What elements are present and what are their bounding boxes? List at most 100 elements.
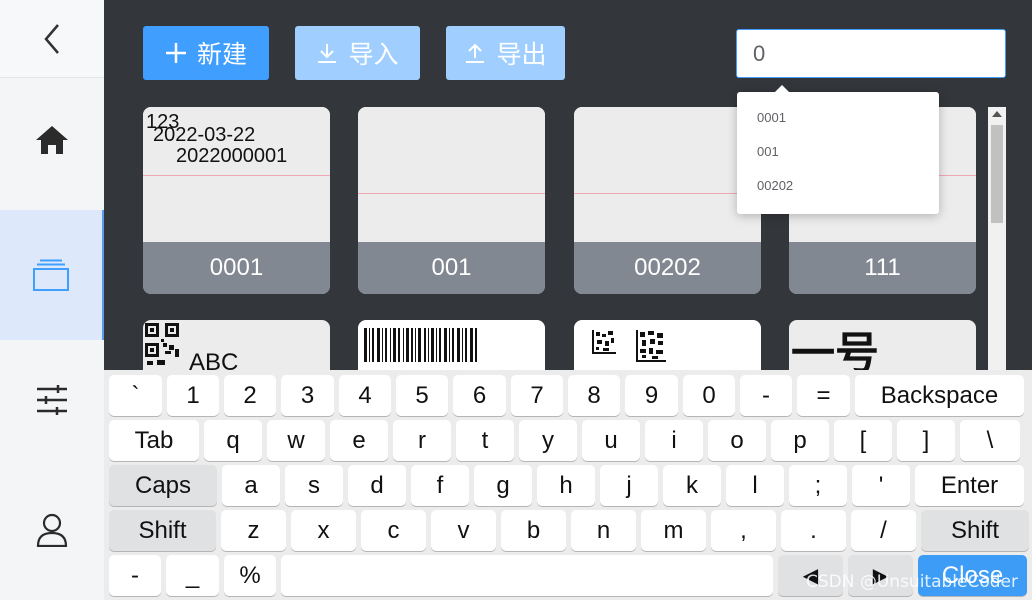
- sidebar-item-templates[interactable]: [0, 210, 104, 340]
- key-backtick[interactable]: `: [109, 375, 162, 416]
- card-title: 001: [358, 242, 545, 294]
- key-i[interactable]: i: [645, 420, 703, 461]
- key-6[interactable]: 6: [453, 375, 506, 416]
- preview-guideline: [574, 193, 761, 194]
- suggestion-item[interactable]: 00202: [737, 174, 939, 208]
- key-l[interactable]: l: [726, 465, 784, 506]
- scroll-up-arrow-icon[interactable]: [992, 111, 1002, 117]
- key-m[interactable]: m: [641, 510, 706, 551]
- sidebar: [0, 0, 104, 600]
- watermark: CSDN @UnsuitableCoder: [805, 572, 1018, 592]
- key-underscore[interactable]: _: [166, 555, 219, 596]
- sidebar-item-user[interactable]: [0, 470, 104, 590]
- upload-icon: [466, 43, 485, 63]
- search-box: [736, 29, 1032, 78]
- key-w[interactable]: w: [267, 420, 325, 461]
- key-3[interactable]: 3: [281, 375, 334, 416]
- key-5[interactable]: 5: [396, 375, 448, 416]
- new-button-label: 新建: [196, 40, 247, 69]
- key-s[interactable]: s: [285, 465, 343, 506]
- import-button[interactable]: 导入: [295, 26, 420, 80]
- key-percent[interactable]: %: [224, 555, 276, 596]
- key-o[interactable]: o: [708, 420, 766, 461]
- key-k[interactable]: k: [663, 465, 721, 506]
- key-1[interactable]: 1: [167, 375, 219, 416]
- key-y[interactable]: y: [519, 420, 577, 461]
- key-4[interactable]: 4: [339, 375, 391, 416]
- sidebar-item-settings[interactable]: [0, 340, 104, 460]
- search-input[interactable]: [737, 30, 1032, 77]
- key-z[interactable]: z: [221, 510, 286, 551]
- key-j[interactable]: j: [600, 465, 658, 506]
- cards-stack-icon: [33, 259, 69, 291]
- keyboard-row: ` 1 2 3 4 5 6 7 8 9 0 - = Backspace: [109, 375, 1032, 416]
- key-shift-left[interactable]: Shift: [109, 510, 216, 551]
- key-q[interactable]: q: [204, 420, 262, 461]
- key-n[interactable]: n: [571, 510, 636, 551]
- sidebar-item-home[interactable]: [0, 80, 104, 200]
- suggestion-item[interactable]: 001: [737, 140, 939, 174]
- key-tab[interactable]: Tab: [109, 420, 199, 461]
- qrcode-icon: [145, 323, 179, 365]
- key-equals[interactable]: =: [797, 375, 850, 416]
- preview-guideline: [143, 175, 330, 176]
- key-quote[interactable]: ': [852, 465, 910, 506]
- card-title: 0001: [143, 242, 330, 294]
- suggestion-item[interactable]: 0001: [737, 106, 939, 140]
- key-f[interactable]: f: [411, 465, 469, 506]
- key-g[interactable]: g: [474, 465, 532, 506]
- download-icon: [318, 44, 337, 63]
- key-bracket-left[interactable]: [: [834, 420, 892, 461]
- key-h[interactable]: h: [537, 465, 595, 506]
- template-card[interactable]: 123 2022-03-22 2022000001 0001: [143, 107, 330, 294]
- key-comma[interactable]: ,: [711, 510, 776, 551]
- key-r[interactable]: r: [393, 420, 451, 461]
- key-v[interactable]: v: [431, 510, 496, 551]
- card-preview: [358, 107, 545, 242]
- template-card[interactable]: 001: [358, 107, 545, 294]
- key-p[interactable]: p: [771, 420, 829, 461]
- key-a[interactable]: a: [222, 465, 280, 506]
- key-dash[interactable]: -: [109, 555, 161, 596]
- key-2[interactable]: 2: [224, 375, 276, 416]
- template-card[interactable]: 00202: [574, 107, 761, 294]
- key-e[interactable]: e: [330, 420, 388, 461]
- card-preview: [574, 107, 761, 242]
- key-9[interactable]: 9: [625, 375, 678, 416]
- keyboard-row: Caps a s d f g h j k l ; ' Enter: [109, 465, 1032, 506]
- key-semicolon[interactable]: ;: [789, 465, 847, 506]
- key-period[interactable]: .: [781, 510, 846, 551]
- back-button[interactable]: [0, 0, 104, 78]
- key-minus[interactable]: -: [740, 375, 792, 416]
- key-caps[interactable]: Caps: [109, 465, 217, 506]
- card-list-scrollbar[interactable]: [988, 107, 1006, 372]
- key-bracket-right[interactable]: ]: [897, 420, 955, 461]
- preview-text: 2022-03-22: [153, 124, 256, 146]
- card-title: 00202: [574, 242, 761, 294]
- plus-icon: [165, 43, 186, 63]
- key-backspace[interactable]: Backspace: [855, 375, 1024, 416]
- key-c[interactable]: c: [361, 510, 426, 551]
- key-shift-right[interactable]: Shift: [921, 510, 1029, 551]
- key-x[interactable]: x: [291, 510, 356, 551]
- keyboard-row: Shift z x c v b n m , . / Shift: [109, 510, 1032, 551]
- virtual-keyboard: ` 1 2 3 4 5 6 7 8 9 0 - = Backspace Tab …: [104, 370, 1032, 600]
- new-button[interactable]: 新建: [143, 26, 269, 80]
- key-enter[interactable]: Enter: [915, 465, 1024, 506]
- key-u[interactable]: u: [582, 420, 640, 461]
- key-backslash[interactable]: \: [960, 420, 1020, 461]
- card-preview: 123 2022-03-22 2022000001: [143, 107, 330, 242]
- key-d[interactable]: d: [348, 465, 406, 506]
- key-7[interactable]: 7: [511, 375, 563, 416]
- export-button-label: 导出: [496, 40, 547, 69]
- key-8[interactable]: 8: [568, 375, 620, 416]
- search-suggestions: 0001 001 00202: [737, 85, 939, 214]
- key-space[interactable]: [281, 555, 773, 596]
- key-b[interactable]: b: [501, 510, 566, 551]
- key-0[interactable]: 0: [683, 375, 735, 416]
- export-button[interactable]: 导出: [446, 26, 565, 80]
- scroll-thumb[interactable]: [991, 125, 1003, 223]
- barcode-icon: [364, 328, 477, 362]
- key-slash[interactable]: /: [851, 510, 916, 551]
- key-t[interactable]: t: [456, 420, 514, 461]
